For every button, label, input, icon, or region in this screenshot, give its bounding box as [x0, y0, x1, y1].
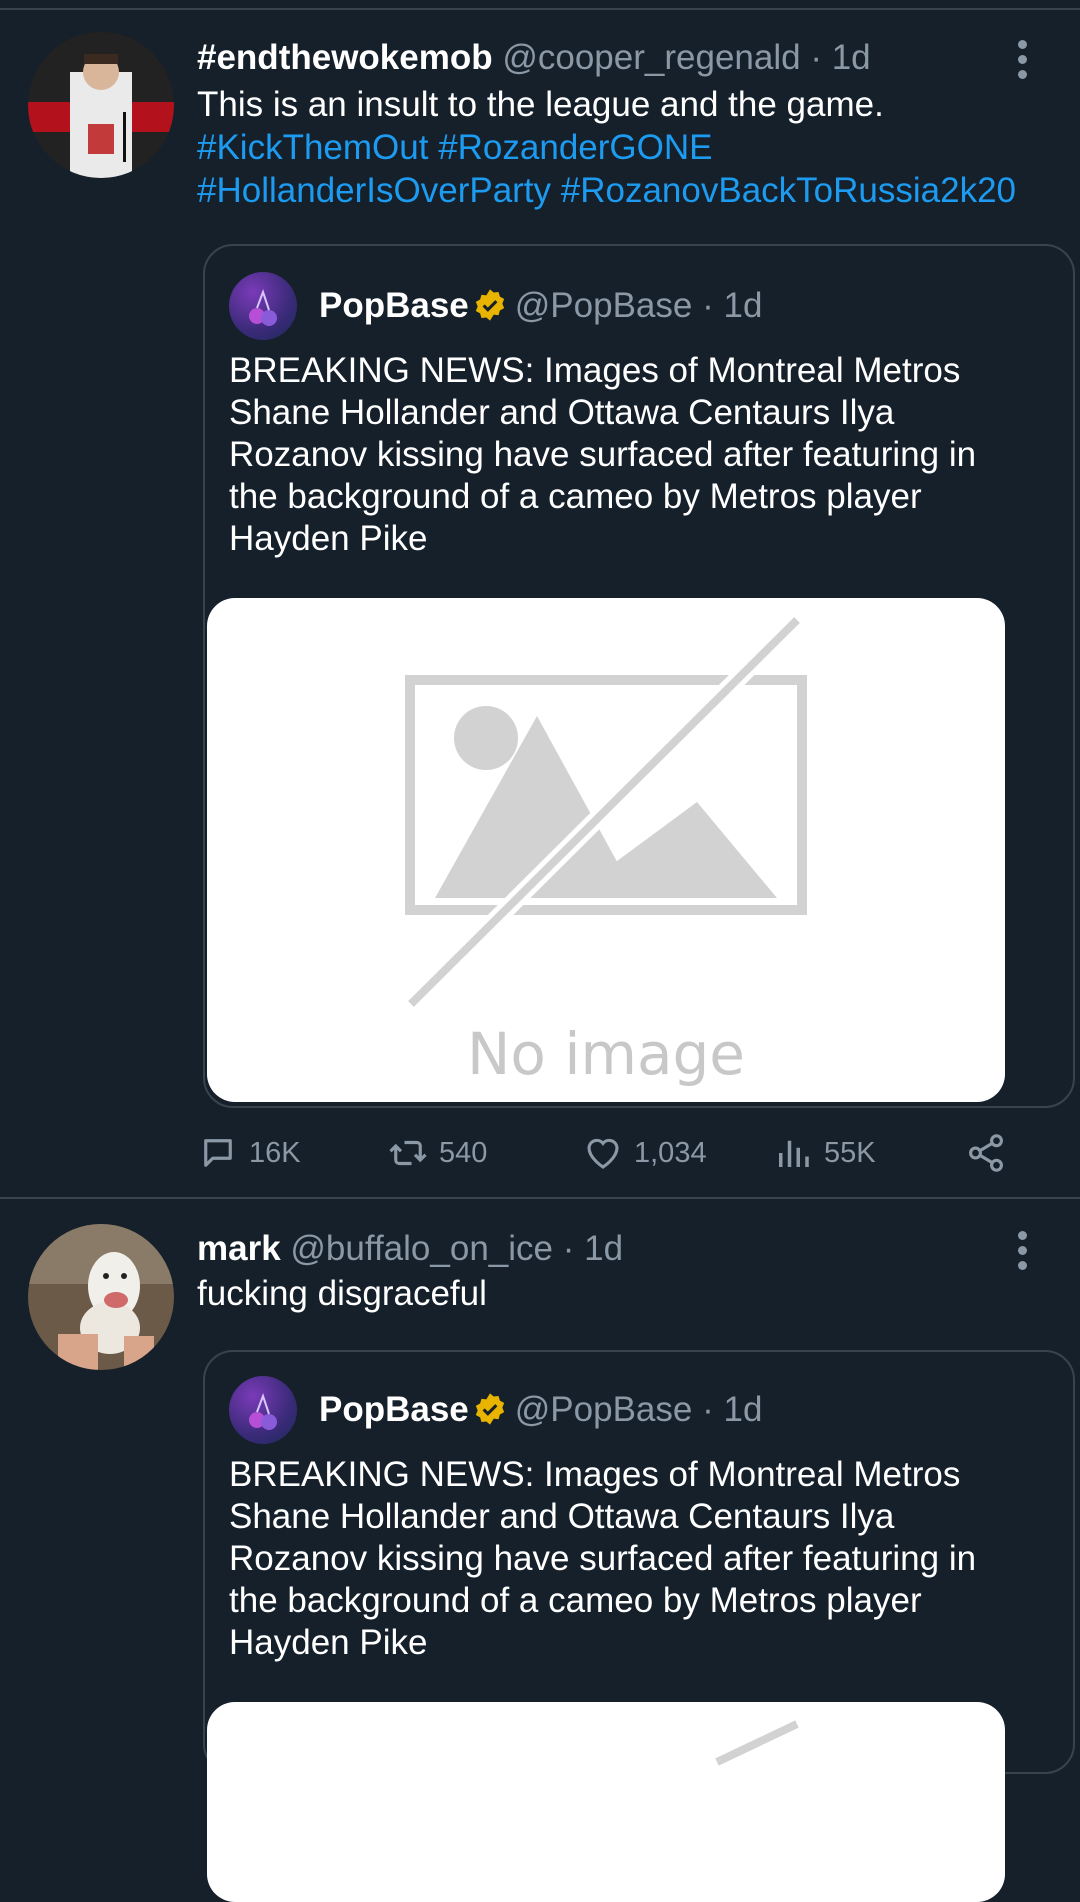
- share-icon: [969, 1134, 1003, 1172]
- quoted-header: PopBase @PopBase · 1d: [319, 1388, 762, 1432]
- heart-icon: [587, 1138, 619, 1169]
- tweet-actions: 16K 540 1,034 55K: [197, 1129, 1017, 1177]
- timestamp: · 1d: [562, 1229, 624, 1268]
- display-name[interactable]: #endthewokemob: [197, 38, 493, 77]
- share-button[interactable]: [965, 1129, 1017, 1177]
- no-image-label: No image: [467, 1020, 745, 1088]
- retweet-button[interactable]: 540: [387, 1129, 487, 1177]
- cherry-icon: [249, 1393, 277, 1430]
- views-button[interactable]: 55K: [772, 1129, 876, 1177]
- retweet-icon: [389, 1140, 427, 1166]
- verified-badge-icon: [475, 289, 504, 321]
- tweet-header: #endthewokemob @cooper_regenald · 1d: [197, 36, 871, 80]
- handle[interactable]: @cooper_regenald: [502, 38, 800, 77]
- reply-button[interactable]: 16K: [197, 1129, 301, 1177]
- views-icon: [779, 1140, 809, 1167]
- quoted-media[interactable]: No image: [207, 598, 1005, 1102]
- avatar[interactable]: [28, 1224, 174, 1370]
- avatar[interactable]: [28, 32, 174, 178]
- like-count: 1,034: [634, 1136, 707, 1169]
- quoted-handle[interactable]: @PopBase: [515, 286, 693, 325]
- quoted-tweet[interactable]: PopBase @PopBase · 1d BREAKING NEWS: Imag…: [203, 1350, 1075, 1902]
- like-button[interactable]: 1,034: [582, 1129, 707, 1177]
- reply-count: 16K: [249, 1136, 301, 1169]
- display-name[interactable]: mark: [197, 1229, 281, 1268]
- hashtags-line-1[interactable]: #KickThemOut #RozanderGONE: [197, 126, 1057, 169]
- quoted-handle[interactable]: @PopBase: [515, 1390, 693, 1429]
- quoted-media[interactable]: [207, 1702, 1005, 1902]
- quoted-display-name[interactable]: PopBase: [319, 286, 469, 325]
- quoted-header: PopBase @PopBase · 1d: [319, 284, 762, 328]
- verified-badge-icon: [475, 1393, 504, 1425]
- no-image-icon: [715, 1720, 799, 1766]
- quoted-timestamp: · 1d: [702, 286, 763, 325]
- more-vertical-icon[interactable]: [1016, 40, 1028, 80]
- tweet[interactable]: mark @buffalo_on_ice · 1d fucking disgra…: [0, 1199, 1080, 1902]
- quoted-timestamp: · 1d: [702, 1390, 763, 1429]
- avatar-image: [28, 1224, 174, 1370]
- reply-icon: [204, 1139, 232, 1167]
- retweet-count: 540: [439, 1136, 488, 1169]
- handle[interactable]: @buffalo_on_ice: [290, 1229, 553, 1268]
- quoted-tweet[interactable]: PopBase @PopBase · 1d BREAKING NEWS: Imag…: [203, 244, 1075, 1108]
- timestamp: · 1d: [810, 38, 871, 77]
- avatar-image: [28, 32, 174, 178]
- quoted-avatar[interactable]: [229, 272, 297, 340]
- views-count: 55K: [824, 1136, 876, 1169]
- tweet-text: This is an insult to the league and the …: [197, 85, 884, 124]
- quoted-text: BREAKING NEWS: Images of Montreal Metros…: [229, 351, 977, 558]
- tweet-text: fucking disgraceful: [197, 1274, 487, 1313]
- cherry-icon: [249, 289, 277, 326]
- tweet[interactable]: #endthewokemob @cooper_regenald · 1d Thi…: [0, 0, 1080, 1198]
- more-vertical-icon[interactable]: [1016, 1231, 1028, 1271]
- tweet-header: mark @buffalo_on_ice · 1d: [197, 1227, 623, 1271]
- quoted-avatar[interactable]: [229, 1376, 297, 1444]
- quoted-display-name[interactable]: PopBase: [319, 1390, 469, 1429]
- hashtags-line-2[interactable]: #HollanderIsOverParty #RozanovBackToRuss…: [197, 169, 1057, 212]
- quoted-text: BREAKING NEWS: Images of Montreal Metros…: [229, 1455, 977, 1662]
